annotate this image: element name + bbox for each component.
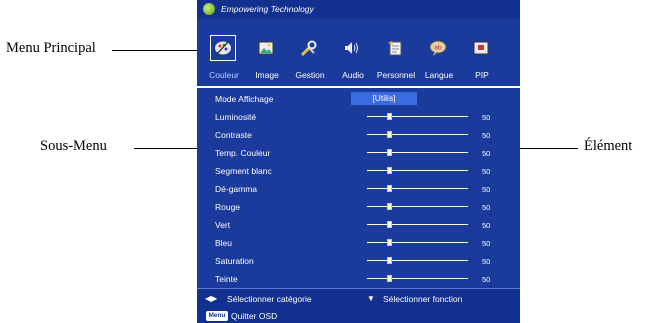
row-value: 50: [482, 113, 491, 122]
submenu-row[interactable]: Segment blanc 50: [197, 161, 520, 179]
mode-affichage-select[interactable]: [Utilis]: [351, 92, 417, 105]
value-slider[interactable]: [367, 257, 468, 264]
pip-icon: [470, 37, 492, 59]
slider-knob[interactable]: [387, 149, 393, 156]
row-label: Saturation: [215, 256, 254, 266]
tab-pip[interactable]: PIP: [459, 34, 505, 80]
palette-icon: [210, 35, 236, 61]
menu-key-icon: Menu: [206, 311, 228, 321]
row-label: Teinte: [215, 274, 238, 284]
svg-text:ab: ab: [434, 45, 442, 52]
osd-footer: ◀▶ Sélectionner catégorie ▼ Sélectionner…: [197, 288, 520, 323]
slider-knob[interactable]: [387, 185, 393, 192]
value-slider[interactable]: [367, 239, 468, 246]
value-slider[interactable]: [367, 221, 468, 228]
slider-knob[interactable]: [387, 257, 393, 264]
submenu-row[interactable]: Temp. Couleur 50: [197, 143, 520, 161]
submenu-row[interactable]: Contraste 50: [197, 125, 520, 143]
row-value: 50: [482, 185, 491, 194]
submenu-row[interactable]: Luminosité 50: [197, 107, 520, 125]
speaker-icon: [341, 37, 363, 59]
submenu-row[interactable]: Teinte 50: [197, 269, 520, 287]
brand-bar: Empowering Technology: [197, 0, 520, 19]
slider-knob[interactable]: [387, 221, 393, 228]
value-slider[interactable]: [367, 167, 468, 174]
row-value: 50: [482, 203, 491, 212]
callout-line-menu: [112, 50, 202, 51]
row-label: Luminosité: [215, 112, 257, 122]
submenu-row[interactable]: Bleu 50: [197, 233, 520, 251]
row-label: Segment blanc: [215, 166, 272, 176]
row-label: Rouge: [215, 202, 241, 212]
value-slider[interactable]: [367, 185, 468, 192]
row-value: 50: [482, 131, 491, 140]
slider-knob[interactable]: [387, 203, 393, 210]
row-value: 50: [482, 221, 491, 230]
slider-knob[interactable]: [387, 131, 393, 138]
row-label: Dé-gamma: [215, 184, 258, 194]
image-icon: [255, 37, 277, 59]
submenu-row[interactable]: Dé-gamma 50: [197, 179, 520, 197]
callout-element: Élément: [584, 138, 633, 154]
row-label: Contraste: [215, 130, 252, 140]
row-label: Mode Affichage: [215, 94, 274, 104]
select-category-hint: Sélectionner catégorie: [227, 294, 312, 304]
row-value: 50: [482, 167, 491, 176]
value-slider[interactable]: [367, 131, 468, 138]
left-right-arrows-icon: ◀▶: [205, 294, 218, 303]
tools-icon: [298, 37, 320, 59]
value-slider[interactable]: [367, 113, 468, 120]
row-label: Temp. Couleur: [215, 148, 271, 158]
menu-divider: [197, 86, 520, 88]
submenu-row-mode-affichage[interactable]: Mode Affichage [Utilis]: [197, 89, 520, 107]
row-value: 50: [482, 275, 491, 284]
slider-knob[interactable]: [387, 275, 393, 282]
value-slider[interactable]: [367, 149, 468, 156]
personal-icon: [384, 37, 406, 59]
down-arrow-icon: ▼: [367, 294, 375, 303]
callout-line-sous-menu: [134, 148, 204, 149]
tab-label: PIP: [475, 70, 489, 80]
value-slider[interactable]: [367, 275, 468, 282]
row-label: Vert: [215, 220, 231, 230]
submenu-row[interactable]: Saturation 50: [197, 251, 520, 269]
osd-menu-panel: Empowering Technology Couleur Image Gest…: [197, 0, 520, 323]
row-label: Bleu: [215, 238, 233, 248]
callout-menu-principal: Menu Principal: [6, 40, 96, 56]
quit-osd-hint: Quitter OSD: [231, 311, 278, 321]
callout-sous-menu: Sous-Menu: [40, 138, 107, 154]
main-menu-tabs: Couleur Image Gestion Audio Personnel ab…: [197, 28, 520, 85]
brand-text: Empowering Technology: [221, 4, 314, 14]
slider-knob[interactable]: [387, 239, 393, 246]
row-value: 50: [482, 239, 491, 248]
brand-logo-icon: [203, 3, 215, 15]
submenu-row[interactable]: Vert 50: [197, 215, 520, 233]
submenu-row[interactable]: Rouge 50: [197, 197, 520, 215]
row-value: 50: [482, 149, 491, 158]
select-function-hint: Sélectionner fonction: [383, 294, 463, 304]
language-icon: ab: [427, 37, 449, 59]
slider-knob[interactable]: [387, 167, 393, 174]
row-value: 50: [482, 257, 491, 266]
value-slider[interactable]: [367, 203, 468, 210]
slider-knob[interactable]: [387, 113, 393, 120]
